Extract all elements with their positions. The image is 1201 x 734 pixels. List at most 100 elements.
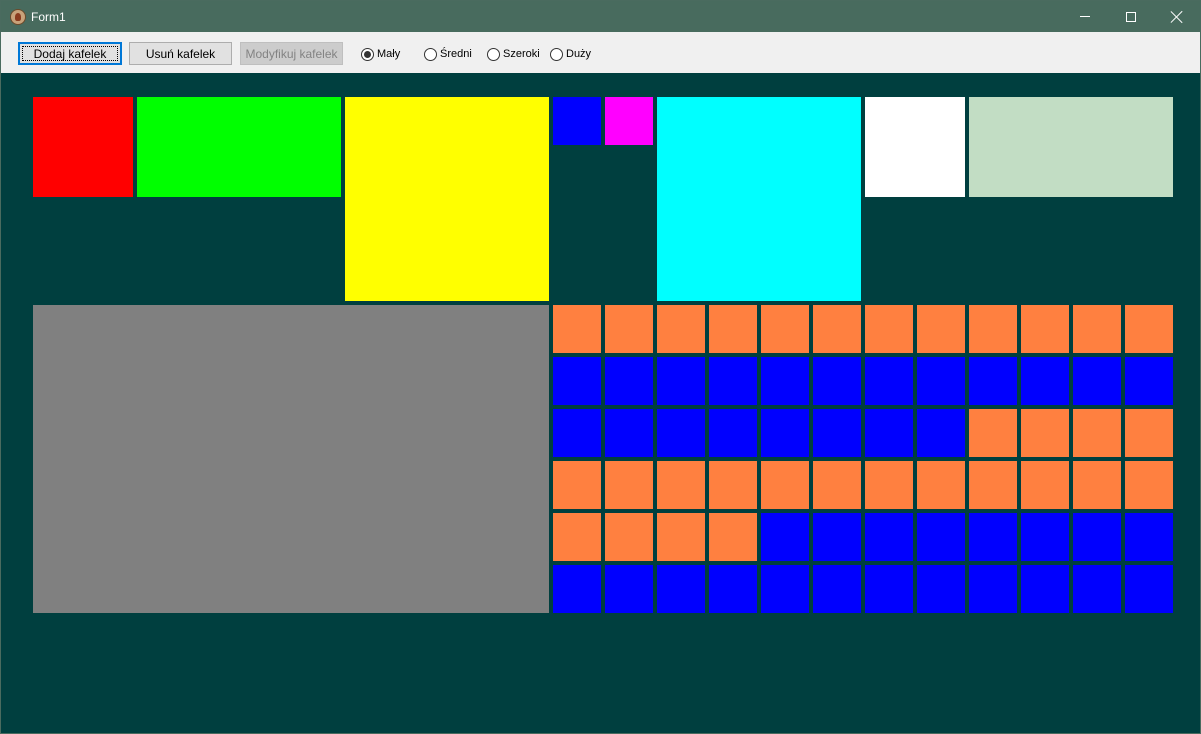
tile-small-orange[interactable] [605,513,653,561]
remove-tile-button[interactable]: Usuń kafelek [129,42,232,65]
tile-small-blue[interactable] [1073,513,1121,561]
tile-small-blue[interactable] [1125,357,1173,405]
tile-small-orange[interactable] [1125,461,1173,509]
tile-small-blue[interactable] [761,409,809,457]
maximize-button[interactable] [1108,1,1154,32]
radio-circle[interactable] [424,47,437,61]
size-radio-small[interactable]: Mały [361,47,400,61]
tile-small-orange[interactable] [709,513,757,561]
tile-small-blue[interactable] [761,513,809,561]
tile-small-blue[interactable] [709,357,757,405]
tile-small-blue[interactable] [917,565,965,613]
tile-small-orange[interactable] [709,305,757,353]
tile-wide-light-green[interactable] [969,97,1173,197]
tile-small-blue[interactable] [969,357,1017,405]
tile-small-orange[interactable] [761,305,809,353]
tile-small-blue[interactable] [761,565,809,613]
size-radio-wide[interactable]: Szeroki [487,47,540,61]
tile-small-blue[interactable] [1125,565,1173,613]
tile-small-blue[interactable] [605,357,653,405]
tile-small-blue[interactable] [657,357,705,405]
tile-small-magenta[interactable] [605,97,653,145]
tile-small-orange[interactable] [1073,409,1121,457]
tile-small-orange[interactable] [969,461,1017,509]
tile-medium-white[interactable] [865,97,965,197]
tile-small-orange[interactable] [1021,461,1069,509]
tile-small-orange[interactable] [709,461,757,509]
tile-small-orange[interactable] [1073,305,1121,353]
tile-small-orange[interactable] [553,461,601,509]
tile-small-orange[interactable] [1021,305,1069,353]
tile-medium-red[interactable] [33,97,133,197]
radio-circle[interactable] [361,47,374,61]
add-tile-button[interactable]: Dodaj kafelek [18,42,122,65]
tile-small-blue[interactable] [1073,565,1121,613]
tile-small-orange[interactable] [657,305,705,353]
app-window: Form1 Dodaj kafelek Usuń kafelek Modyfik… [0,0,1201,734]
tile-small-blue[interactable] [553,97,601,145]
tile-small-orange[interactable] [553,513,601,561]
tile-small-blue[interactable] [865,513,913,561]
tile-small-blue[interactable] [917,409,965,457]
tile-small-blue[interactable] [969,513,1017,561]
tile-small-blue[interactable] [605,409,653,457]
tile-small-blue[interactable] [761,357,809,405]
tile-small-blue[interactable] [865,357,913,405]
size-radio-medium[interactable]: Średni [424,47,472,61]
tile-small-blue[interactable] [969,565,1017,613]
tile-small-orange[interactable] [917,461,965,509]
tile-small-blue[interactable] [709,409,757,457]
tile-large-yellow[interactable] [345,97,549,301]
close-button[interactable] [1154,1,1200,32]
tile-small-orange[interactable] [553,305,601,353]
tile-small-blue[interactable] [553,565,601,613]
tile-small-blue[interactable] [865,409,913,457]
title-bar[interactable]: Form1 [1,1,1200,32]
tile-small-blue[interactable] [553,409,601,457]
tile-small-orange[interactable] [605,305,653,353]
tile-large-cyan[interactable] [657,97,861,301]
tile-small-blue[interactable] [657,409,705,457]
tile-small-orange[interactable] [1021,409,1069,457]
tile-small-blue[interactable] [1021,565,1069,613]
tile-small-blue[interactable] [1021,357,1069,405]
tile-small-orange[interactable] [605,461,653,509]
tile-small-orange[interactable] [813,461,861,509]
tile-small-blue[interactable] [865,565,913,613]
tile-small-blue[interactable] [1021,513,1069,561]
tile-small-blue[interactable] [709,565,757,613]
tile-small-blue[interactable] [813,513,861,561]
tile-small-blue[interactable] [917,357,965,405]
tile-small-blue[interactable] [1125,513,1173,561]
minimize-button[interactable] [1062,1,1108,32]
radio-circle[interactable] [487,47,500,61]
tile-small-orange[interactable] [865,305,913,353]
tile-small-orange[interactable] [969,305,1017,353]
tile-small-orange[interactable] [865,461,913,509]
tile-small-blue[interactable] [917,513,965,561]
tile-small-orange[interactable] [657,461,705,509]
tile-small-orange[interactable] [761,461,809,509]
size-radio-large[interactable]: Duży [550,47,591,61]
tile-small-orange[interactable] [1125,409,1173,457]
tile-small-blue[interactable] [605,565,653,613]
modify-tile-button[interactable]: Modyfikuj kafelek [240,42,343,65]
tile-small-orange[interactable] [969,409,1017,457]
tile-small-orange[interactable] [1073,461,1121,509]
tile-small-blue[interactable] [813,565,861,613]
tile-small-blue[interactable] [657,565,705,613]
tile-small-orange[interactable] [917,305,965,353]
tile-small-orange[interactable] [813,305,861,353]
tile-small-blue[interactable] [553,357,601,405]
radio-label: Średni [440,48,472,60]
tile-small-blue[interactable] [1073,357,1121,405]
radio-label: Duży [566,48,592,60]
app-icon [10,9,26,25]
tile-small-orange[interactable] [1125,305,1173,353]
tile-small-blue[interactable] [813,409,861,457]
tile-wide-green[interactable] [137,97,341,197]
tile-small-orange[interactable] [657,513,705,561]
radio-circle[interactable] [550,47,563,61]
tile-gray-large[interactable] [33,305,549,613]
tile-small-blue[interactable] [813,357,861,405]
